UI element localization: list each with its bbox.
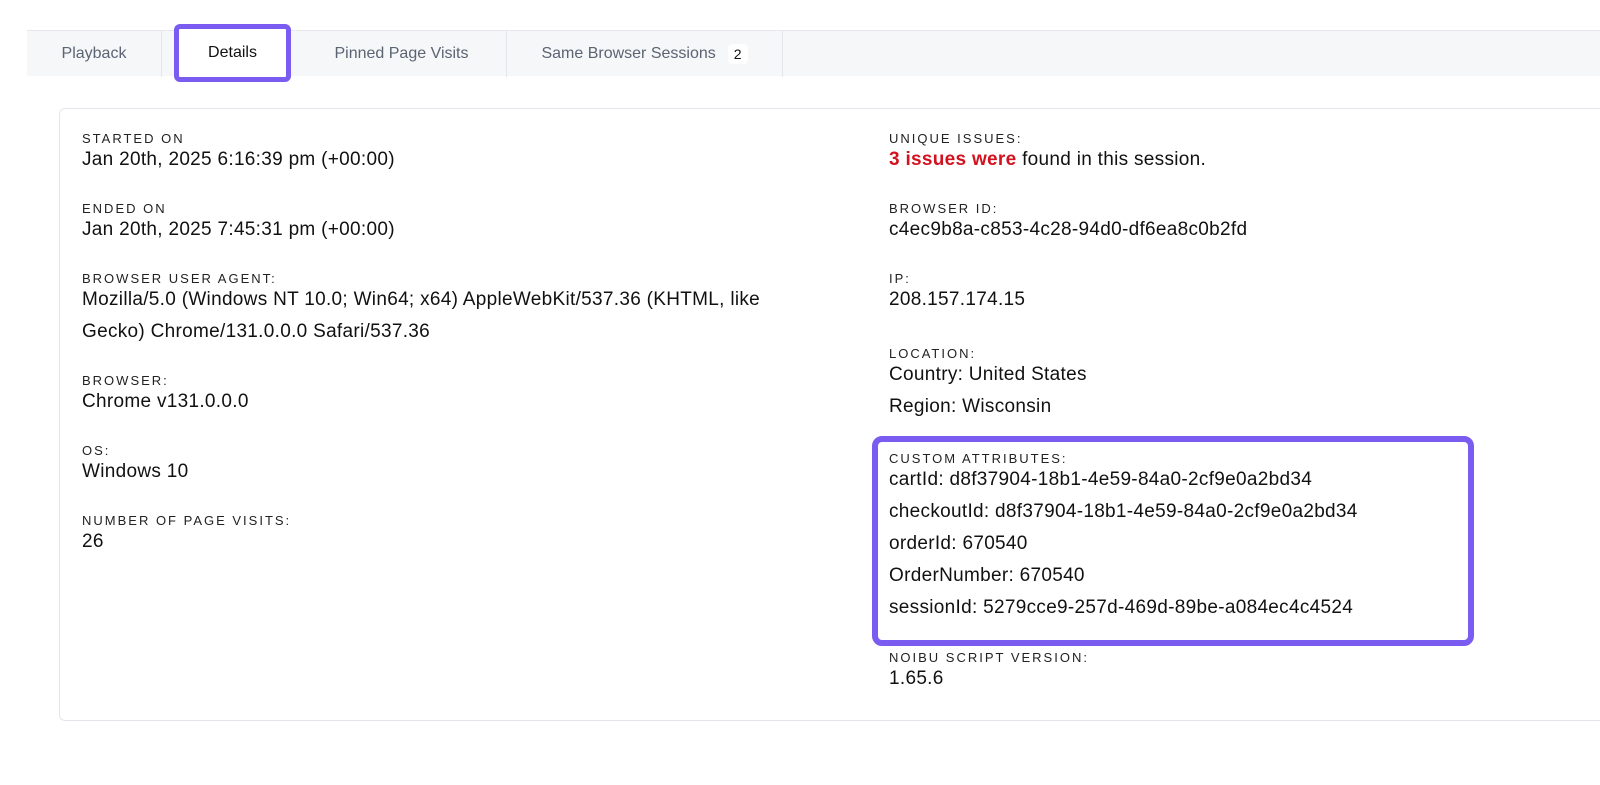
custom-attributes-field: CUSTOM ATTRIBUTES: cartId: d8f37904-18b1… [889, 451, 1529, 624]
tab-details[interactable]: Details [174, 24, 291, 82]
unique-issues-value: 3 issues were found in this session. [889, 144, 1529, 176]
os-value: Windows 10 [82, 461, 189, 482]
ip-field: IP: 208.157.174.15 [889, 271, 1529, 316]
tab-bar: Playback Details Pinned Page Visits Same… [27, 24, 1600, 82]
issues-count-link[interactable]: 3 issues were [889, 149, 1016, 170]
script-version-value: 1.65.6 [889, 668, 944, 689]
page-visits-value: 26 [82, 531, 104, 552]
user-agent-line2: Gecko) Chrome/131.0.0.0 Safari/537.36 [82, 321, 431, 342]
browser-field: BROWSER: Chrome v131.0.0.0 [82, 373, 842, 418]
browser-id-field: BROWSER ID: c4ec9b8a-c853-4c28-94d0-df6e… [889, 201, 1529, 246]
tab-same-browser-label: Same Browser Sessions [541, 45, 716, 62]
custom-attribute-item: sessionId: 5279cce9-257d-469d-89be-a084e… [889, 597, 1354, 618]
custom-attribute-item: OrderNumber: 670540 [889, 565, 1085, 586]
custom-attribute-item: orderId: 670540 [889, 533, 1028, 554]
browser-value: Chrome v131.0.0.0 [82, 391, 249, 412]
tab-pinned-page-visits[interactable]: Pinned Page Visits [297, 31, 507, 77]
custom-attribute-item: cartId: d8f37904-18b1-4e59-84a0-2cf9e0a2… [889, 469, 1313, 490]
tab-same-browser-sessions[interactable]: Same Browser Sessions 2 [507, 31, 783, 77]
script-version-field: NOIBU SCRIPT VERSION: 1.65.6 [889, 650, 1529, 695]
location-country: Country: United States [889, 364, 1087, 385]
same-browser-count-badge: 2 [727, 44, 748, 64]
os-field: OS: Windows 10 [82, 443, 842, 488]
location-field: LOCATION: Country: United States Region:… [889, 346, 1529, 423]
started-on-field: STARTED ON Jan 20th, 2025 6:16:39 pm (+0… [82, 131, 842, 176]
issues-suffix-text: found in this session. [1016, 149, 1207, 170]
tab-playback-label: Playback [61, 45, 127, 62]
page-visits-field: NUMBER OF PAGE VISITS: 26 [82, 513, 842, 558]
started-on-value: Jan 20th, 2025 6:16:39 pm (+00:00) [82, 149, 395, 170]
custom-attribute-item: checkoutId: d8f37904-18b1-4e59-84a0-2cf9… [889, 501, 1358, 522]
browser-id-value: c4ec9b8a-c853-4c28-94d0-df6ea8c0b2fd [889, 219, 1248, 240]
ended-on-value: Jan 20th, 2025 7:45:31 pm (+00:00) [82, 219, 395, 240]
tab-playback[interactable]: Playback [27, 31, 162, 77]
user-agent-line1: Mozilla/5.0 (Windows NT 10.0; Win64; x64… [82, 289, 761, 310]
unique-issues-field: UNIQUE ISSUES: 3 issues were found in th… [889, 131, 1529, 176]
ended-on-field: ENDED ON Jan 20th, 2025 7:45:31 pm (+00:… [82, 201, 842, 246]
ip-value: 208.157.174.15 [889, 289, 1026, 310]
tab-details-label: Details [208, 44, 257, 61]
location-region: Region: Wisconsin [889, 396, 1052, 417]
user-agent-field: BROWSER USER AGENT: Mozilla/5.0 (Windows… [82, 271, 842, 348]
tab-pinned-label: Pinned Page Visits [334, 45, 469, 62]
